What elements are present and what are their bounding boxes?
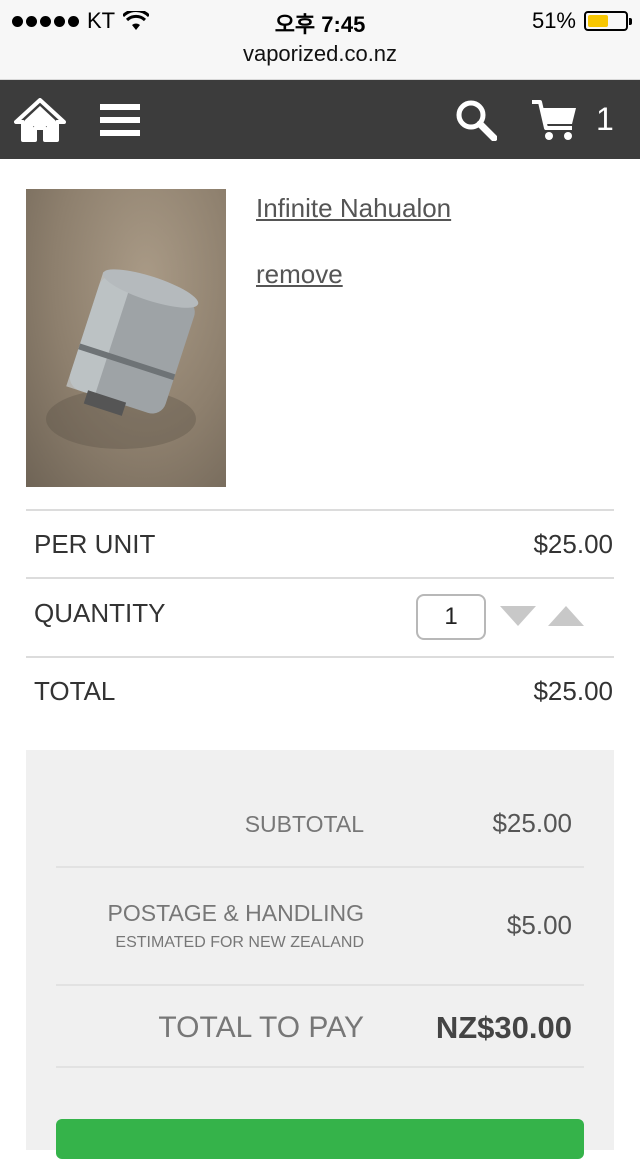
quantity-label: QUANTITY [34,598,166,628]
search-button[interactable] [452,80,500,159]
quantity-decrease-icon[interactable] [500,606,536,626]
menu-icon [100,103,140,136]
remove-link[interactable]: remove [256,259,343,290]
product-name-link[interactable]: Infinite Nahualon [256,193,451,224]
postage-sublabel: ESTIMATED FOR NEW ZEALAND [115,934,364,951]
address-bar[interactable]: vaporized.co.nz [0,40,640,80]
total-to-pay-label: TOTAL TO PAY [158,1011,364,1044]
subtotal-label: SUBTOTAL [244,811,364,837]
home-button[interactable] [14,80,66,159]
per-unit-label: PER UNIT [34,529,156,559]
quantity-input[interactable]: 1 [416,594,486,640]
postage-value: $5.00 [506,910,572,940]
product-photo [46,269,199,449]
divider [26,656,614,658]
home-icon [14,97,66,142]
divider [26,509,614,511]
divider [26,577,614,579]
cart-button[interactable] [528,80,580,159]
quantity-increase-icon[interactable] [548,606,584,626]
total-value: $25.00 [533,676,613,706]
total-to-pay-value: NZ$30.00 [435,1010,572,1045]
menu-button[interactable] [96,80,144,159]
battery-icon [584,11,632,31]
per-unit-value: $25.00 [533,529,613,559]
battery-percent: 51% [531,8,576,33]
search-icon [456,100,497,141]
product-image[interactable] [26,189,226,487]
divider [56,1066,584,1068]
divider [56,866,584,868]
subtotal-value: $25.00 [492,808,572,838]
site-navbar: 1 [0,80,640,159]
status-right: 51% [531,8,632,34]
status-bar: KT 오후 7:45 51% [0,0,640,40]
checkout-button[interactable] [56,1119,584,1159]
divider [56,984,584,986]
postage-label: POSTAGE & HANDLING [107,900,364,926]
cart-icon [532,99,576,140]
cart-count[interactable]: 1 [596,80,614,159]
total-label: TOTAL [34,676,116,706]
